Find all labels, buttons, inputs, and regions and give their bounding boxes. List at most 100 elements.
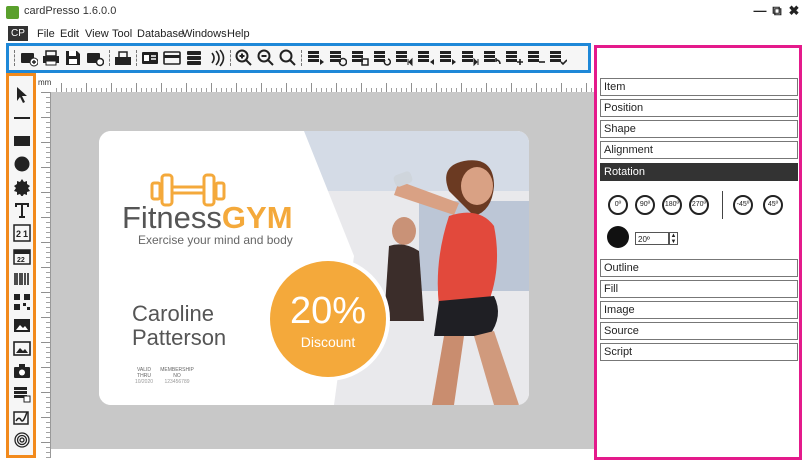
db-add-record-icon[interactable] — [505, 49, 523, 67]
db-confirm-icon[interactable] — [549, 49, 567, 67]
id-card-preview[interactable]: 20% Discount FitnessGYM Exercise your mi… — [99, 131, 529, 405]
rotation-angle-input[interactable]: 20º — [635, 232, 669, 245]
brand-tagline[interactable]: Exercise your mind and body — [138, 233, 293, 247]
minimize-button[interactable]: — — [752, 3, 768, 19]
qrcode-tool-icon[interactable] — [13, 293, 31, 311]
camera-tool-icon[interactable] — [13, 362, 31, 380]
zoom-in-icon[interactable] — [235, 49, 253, 67]
db-undo-icon[interactable] — [483, 49, 501, 67]
card-back-icon[interactable] — [163, 49, 181, 67]
ruler-ticks — [56, 76, 594, 92]
app-logo-icon — [6, 6, 19, 19]
horizontal-ruler — [36, 76, 594, 93]
holder-last-name[interactable]: Patterson — [132, 326, 226, 350]
db-remove-record-icon[interactable] — [527, 49, 545, 67]
select-arrow-icon[interactable] — [13, 86, 31, 104]
new-card-icon[interactable] — [20, 49, 38, 67]
image-tool-icon[interactable] — [13, 339, 31, 357]
title-bar — [0, 0, 802, 25]
card-printer-icon[interactable] — [114, 49, 132, 67]
properties-panel: Item Position Shape Alignment Rotation 0… — [594, 45, 802, 460]
db-delete-icon[interactable] — [329, 49, 347, 67]
contactless-icon[interactable] — [207, 49, 225, 67]
section-image[interactable]: Image — [600, 301, 798, 319]
rotate-180-button[interactable]: 180º — [662, 195, 682, 215]
ellipse-tool-icon[interactable] — [13, 155, 31, 173]
line-tool-icon[interactable] — [13, 109, 31, 127]
print-icon[interactable] — [42, 49, 60, 67]
menu-database[interactable]: Database — [137, 28, 184, 40]
db-insert-icon[interactable] — [307, 49, 325, 67]
toolbar-separator — [109, 50, 110, 66]
discount-value[interactable]: 20% — [270, 291, 386, 331]
section-source[interactable]: Source — [600, 322, 798, 340]
menu-help[interactable]: Help — [227, 28, 250, 40]
zoom-fit-icon[interactable] — [279, 49, 297, 67]
brand-name[interactable]: FitnessGYM — [122, 201, 293, 235]
close-button[interactable]: ✖ — [786, 3, 802, 19]
discount-label[interactable]: Discount — [270, 334, 386, 350]
svg-text:2: 2 — [16, 229, 21, 239]
section-rotation[interactable]: Rotation — [600, 163, 798, 181]
save-icon[interactable] — [64, 49, 82, 67]
text-tool-icon[interactable] — [13, 201, 31, 219]
rotation-divider — [722, 191, 723, 219]
barcode-tool-icon[interactable] — [13, 270, 31, 288]
db-first-record-icon[interactable] — [395, 49, 413, 67]
zoom-out-icon[interactable] — [257, 49, 275, 67]
id-card-icon[interactable] — [141, 49, 159, 67]
section-item[interactable]: Item — [600, 78, 798, 96]
rotate-0-button[interactable]: 0º — [608, 195, 628, 215]
db-prev-record-icon[interactable] — [417, 49, 435, 67]
window-title: cardPresso 1.6.0.0 — [24, 5, 117, 17]
valid-date: 10/2020 — [134, 379, 154, 385]
signature-tool-icon[interactable] — [13, 408, 31, 426]
section-script[interactable]: Script — [600, 343, 798, 361]
vertical-ruler — [36, 92, 51, 458]
rotate-minus45-button[interactable]: -45º — [733, 195, 753, 215]
rotation-spinner[interactable]: ▲ ▼ — [669, 232, 678, 245]
menu-file[interactable]: File — [37, 28, 55, 40]
db-next-record-icon[interactable] — [439, 49, 457, 67]
rotate-45-button[interactable]: 45º — [763, 195, 783, 215]
restore-button[interactable]: ⧉ — [769, 3, 785, 19]
rotation-dial[interactable] — [607, 226, 629, 248]
toolbar-separator — [301, 50, 302, 66]
counter-tool-icon[interactable]: 21 — [13, 224, 31, 242]
db-refresh-icon[interactable] — [373, 49, 391, 67]
cp-menu-badge[interactable]: CP — [8, 26, 28, 41]
toolbar-separator — [136, 50, 137, 66]
membership-block[interactable]: MEMBERSHIP NO 123456789 — [157, 367, 197, 385]
card-settings-icon[interactable] — [86, 49, 104, 67]
svg-text:22: 22 — [17, 257, 25, 264]
svg-text:1: 1 — [23, 229, 28, 239]
mag-stripe-tool-icon[interactable] — [13, 385, 31, 403]
membership-number: 123456789 — [164, 379, 190, 385]
section-outline[interactable]: Outline — [600, 259, 798, 277]
section-fill[interactable]: Fill — [600, 280, 798, 298]
rectangle-tool-icon[interactable] — [13, 132, 31, 150]
drawing-tools-bar: 21 22 — [6, 73, 36, 458]
brand-name-part1: Fitness — [122, 200, 222, 235]
db-record-icon[interactable] — [351, 49, 369, 67]
star-tool-icon[interactable] — [13, 178, 31, 196]
fingerprint-tool-icon[interactable] — [13, 431, 31, 449]
photo-card-tool-icon[interactable] — [13, 316, 31, 334]
section-shape[interactable]: Shape — [600, 120, 798, 138]
rotate-90-button[interactable]: 90º — [635, 195, 655, 215]
date-tool-icon[interactable]: 22 — [13, 247, 31, 265]
ruler-ticks — [36, 92, 50, 458]
section-alignment[interactable]: Alignment — [600, 141, 798, 159]
menu-edit[interactable]: Edit — [60, 28, 79, 40]
db-last-record-icon[interactable] — [461, 49, 479, 67]
menu-windows[interactable]: Windows — [182, 28, 227, 40]
database-icon[interactable] — [185, 49, 203, 67]
menu-view[interactable]: View — [85, 28, 109, 40]
toolbar-separator — [14, 50, 15, 66]
section-position[interactable]: Position — [600, 99, 798, 117]
rotate-270-button[interactable]: 270º — [689, 195, 709, 215]
holder-first-name[interactable]: Caroline — [132, 302, 214, 326]
brand-name-part2: GYM — [221, 200, 293, 235]
valid-thru-block[interactable]: VALID THRU 10/2020 — [133, 367, 155, 385]
menu-tool[interactable]: Tool — [112, 28, 132, 40]
